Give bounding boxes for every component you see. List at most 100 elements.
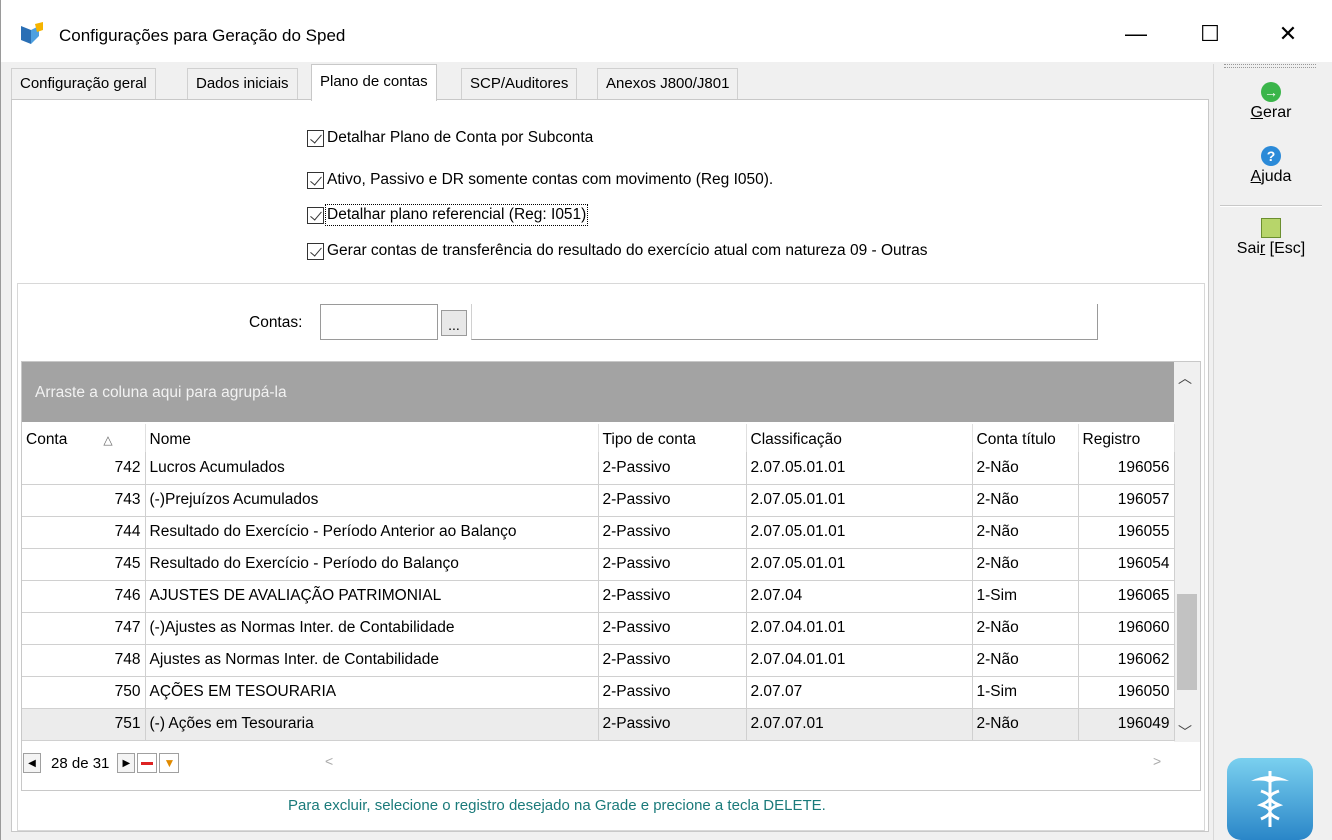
table-row[interactable]: 744 Resultado do Exercício - Período Ante…: [22, 516, 1175, 549]
tab-scp-auditores[interactable]: SCP/Auditores: [461, 68, 578, 100]
scroll-right-icon[interactable]: >: [1153, 753, 1161, 769]
minimize-button[interactable]: —: [1113, 14, 1159, 54]
cell-conta-titulo[interactable]: 2-Não: [972, 452, 1079, 485]
cell-nome[interactable]: AJUSTES DE AVALIAÇÃO PATRIMONIAL: [145, 580, 599, 613]
scroll-left-icon[interactable]: <: [325, 753, 333, 769]
table-row[interactable]: 751 (-) Ações em Tesouraria 2-Passivo 2.07.…: [22, 708, 1175, 741]
table-row[interactable]: 750 AÇÕES EM TESOURARIA 2-Passivo 2.07.07 1-…: [22, 676, 1175, 709]
cell-classificacao[interactable]: 2.07.05.01.01: [746, 516, 973, 549]
cell-tipo[interactable]: 2-Passivo: [598, 580, 747, 613]
cell-conta[interactable]: 745: [22, 548, 146, 581]
cell-conta-titulo[interactable]: 2-Não: [972, 516, 1079, 549]
cell-conta-titulo[interactable]: 2-Não: [972, 708, 1079, 741]
cell-registro[interactable]: 196056: [1078, 452, 1175, 485]
column-header-conta[interactable]: Conta △: [22, 424, 146, 452]
cell-registro[interactable]: 196054: [1078, 548, 1175, 581]
cell-registro[interactable]: 196049: [1078, 708, 1175, 741]
close-button[interactable]: ✕: [1265, 14, 1311, 54]
cell-conta[interactable]: 744: [22, 516, 146, 549]
tab-dados-iniciais[interactable]: Dados iniciais: [187, 68, 298, 100]
cell-nome[interactable]: Ajustes as Normas Inter. de Contabilidad…: [145, 644, 599, 677]
accounts-grid[interactable]: Arraste a coluna aqui para agrupá-la ︿ ﹀…: [21, 361, 1201, 791]
column-header-conta-titulo[interactable]: Conta título: [972, 424, 1079, 452]
table-row[interactable]: 745 Resultado do Exercício - Período do B…: [22, 548, 1175, 581]
cell-nome[interactable]: Lucros Acumulados: [145, 452, 599, 485]
cell-classificacao[interactable]: 2.07.04.01.01: [746, 644, 973, 677]
tab-configuracao-geral[interactable]: Configuração geral: [11, 68, 156, 100]
table-row[interactable]: 748 Ajustes as Normas Inter. de Contabili…: [22, 644, 1175, 677]
cell-conta-titulo[interactable]: 2-Não: [972, 644, 1079, 677]
cell-nome[interactable]: AÇÕES EM TESOURARIA: [145, 676, 599, 709]
vertical-scrollbar[interactable]: ︿ ﹀: [1174, 362, 1200, 742]
cell-tipo[interactable]: 2-Passivo: [598, 676, 747, 709]
cell-classificacao[interactable]: 2.07.04: [746, 580, 973, 613]
checkbox-checked-icon[interactable]: [307, 129, 324, 147]
cell-tipo[interactable]: 2-Passivo: [598, 708, 747, 741]
cell-conta[interactable]: 748: [22, 644, 146, 677]
contas-lookup-button[interactable]: ...: [441, 310, 467, 336]
cell-registro[interactable]: 196055: [1078, 516, 1175, 549]
table-row[interactable]: 747 (-)Ajustes as Normas Inter. de Contab…: [22, 612, 1175, 645]
cell-classificacao[interactable]: 2.07.07: [746, 676, 973, 709]
caduceus-logo-button[interactable]: [1227, 758, 1313, 840]
cell-conta[interactable]: 750: [22, 676, 146, 709]
table-row[interactable]: 743 (-)Prejuízos Acumulados 2-Passivo 2.07.…: [22, 484, 1175, 517]
cell-registro[interactable]: 196065: [1078, 580, 1175, 613]
scroll-up-icon[interactable]: ︿: [1178, 368, 1192, 388]
column-header-registro[interactable]: Registro: [1078, 424, 1175, 452]
column-header-nome[interactable]: Nome: [145, 424, 599, 452]
cell-conta-titulo[interactable]: 2-Não: [972, 484, 1079, 517]
cell-conta-titulo[interactable]: 2-Não: [972, 548, 1079, 581]
cell-nome[interactable]: (-) Ações em Tesouraria: [145, 708, 599, 741]
cell-conta[interactable]: 743: [22, 484, 146, 517]
scroll-down-icon[interactable]: ﹀: [1178, 722, 1192, 742]
delete-record-icon[interactable]: [137, 753, 158, 773]
cell-conta-titulo[interactable]: 1-Sim: [972, 676, 1079, 709]
option-detalhar-subconta[interactable]: Detalhar Plano de Conta por Subconta: [307, 127, 593, 149]
filter-icon[interactable]: ▼: [159, 753, 180, 773]
cell-conta[interactable]: 747: [22, 612, 146, 645]
prev-record-icon[interactable]: ◀: [23, 753, 41, 773]
cell-nome[interactable]: (-)Prejuízos Acumulados: [145, 484, 599, 517]
tab-plano-de-contas[interactable]: Plano de contas: [311, 64, 437, 101]
cell-registro[interactable]: 196050: [1078, 676, 1175, 709]
table-row[interactable]: 746 AJUSTES DE AVALIAÇÃO PATRIMONIAL 2-Pas…: [22, 580, 1175, 613]
cell-registro[interactable]: 196060: [1078, 612, 1175, 645]
contas-input[interactable]: [320, 304, 438, 340]
column-header-classificacao[interactable]: Classificação: [746, 424, 973, 452]
toolbar-grip[interactable]: [1224, 64, 1316, 68]
cell-conta[interactable]: 742: [22, 452, 146, 485]
cell-tipo[interactable]: 2-Passivo: [598, 548, 747, 581]
cell-registro[interactable]: 196057: [1078, 484, 1175, 517]
ajuda-button[interactable]: ? Ajuda: [1214, 146, 1328, 186]
sair-button[interactable]: Sair [Esc]: [1214, 218, 1328, 258]
scroll-thumb[interactable]: [1177, 594, 1197, 690]
cell-tipo[interactable]: 2-Passivo: [598, 452, 747, 485]
gerar-button[interactable]: → Gerar: [1214, 82, 1328, 122]
checkbox-checked-icon[interactable]: [307, 242, 324, 260]
cell-conta[interactable]: 746: [22, 580, 146, 613]
cell-tipo[interactable]: 2-Passivo: [598, 612, 747, 645]
cell-conta-titulo[interactable]: 2-Não: [972, 612, 1079, 645]
option-detalhar-referencial[interactable]: Detalhar plano referencial (Reg: I051): [307, 204, 589, 226]
cell-registro[interactable]: 196062: [1078, 644, 1175, 677]
cell-nome[interactable]: Resultado do Exercício - Período Anterio…: [145, 516, 599, 549]
cell-classificacao[interactable]: 2.07.05.01.01: [746, 548, 973, 581]
cell-nome[interactable]: (-)Ajustes as Normas Inter. de Contabili…: [145, 612, 599, 645]
cell-classificacao[interactable]: 2.07.05.01.01: [746, 452, 973, 485]
cell-nome[interactable]: Resultado do Exercício - Período do Bala…: [145, 548, 599, 581]
cell-tipo[interactable]: 2-Passivo: [598, 644, 747, 677]
cell-conta-titulo[interactable]: 1-Sim: [972, 580, 1079, 613]
checkbox-checked-icon[interactable]: [307, 171, 324, 189]
maximize-button[interactable]: ☐: [1187, 14, 1233, 54]
option-gerar-transferencia[interactable]: Gerar contas de transferência do resulta…: [307, 240, 928, 262]
option-somente-com-movimento[interactable]: Ativo, Passivo e DR somente contas com m…: [307, 169, 773, 191]
cell-classificacao[interactable]: 2.07.04.01.01: [746, 612, 973, 645]
table-row[interactable]: 742 Lucros Acumulados 2-Passivo 2.07.05.01.…: [22, 452, 1175, 485]
group-by-panel[interactable]: Arraste a coluna aqui para agrupá-la: [22, 362, 1174, 422]
next-record-icon[interactable]: ▶: [117, 753, 136, 773]
tab-anexos[interactable]: Anexos J800/J801: [597, 68, 739, 100]
cell-classificacao[interactable]: 2.07.07.01: [746, 708, 973, 741]
checkbox-checked-icon[interactable]: [307, 206, 324, 224]
cell-tipo[interactable]: 2-Passivo: [598, 484, 747, 517]
